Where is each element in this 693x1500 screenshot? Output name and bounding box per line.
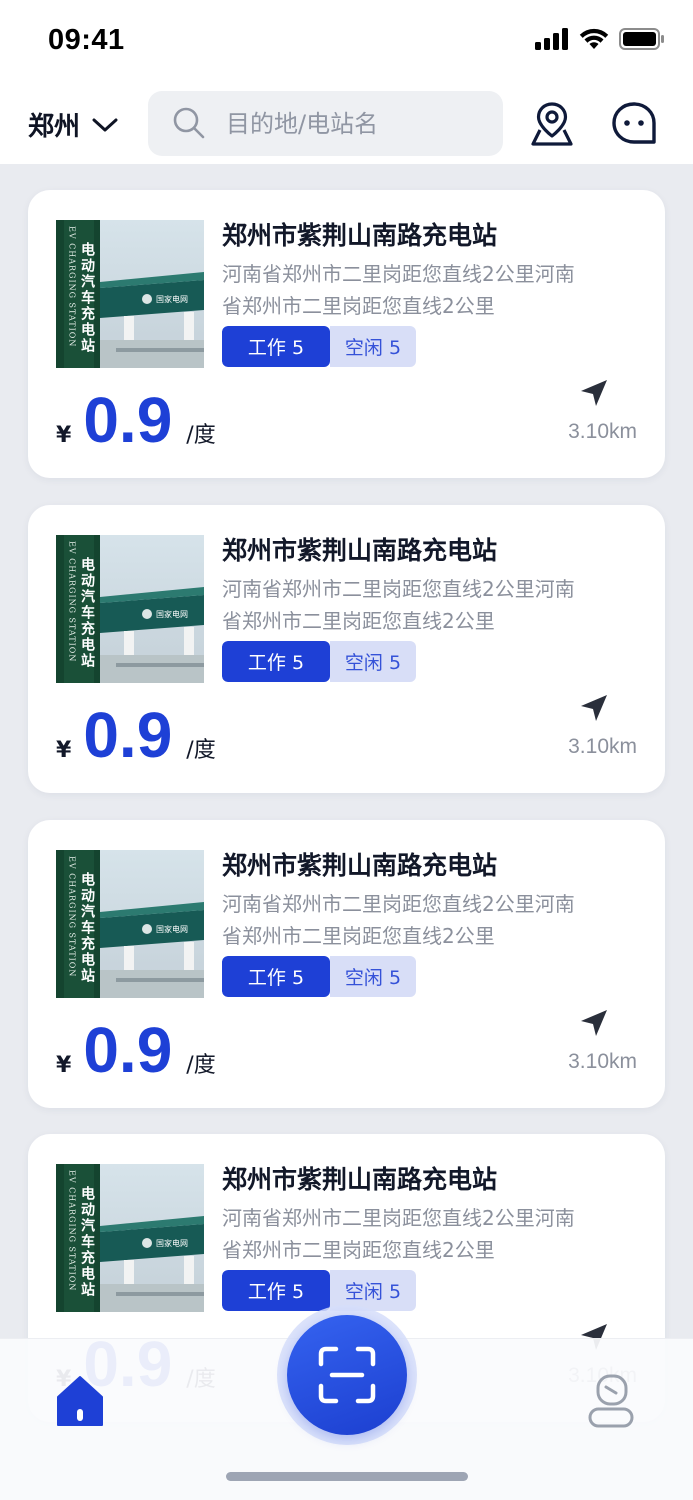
price-value: 0.9 bbox=[83, 699, 173, 771]
currency-symbol: ¥ bbox=[56, 738, 72, 763]
station-thumbnail: 电动汽车充电站 EV CHARGING STATION 国家电网 bbox=[56, 220, 204, 368]
navigation-arrow-icon[interactable] bbox=[579, 378, 609, 408]
header: 郑州 bbox=[0, 82, 693, 164]
status-time: 09:41 bbox=[48, 24, 125, 56]
search-icon bbox=[173, 107, 205, 139]
price-value: 0.9 bbox=[83, 384, 173, 456]
status-tags: 工作 5 空闲 5 bbox=[222, 956, 416, 997]
station-address: 河南省郑州市二里岗距您直线2公里河南省郑州市二里岗距您直线2公里 bbox=[222, 1206, 575, 1262]
distance-label: 3.10km bbox=[568, 1050, 637, 1073]
home-indicator bbox=[226, 1472, 468, 1481]
price-unit: /度 bbox=[186, 423, 216, 448]
station-address: 河南省郑州市二里岗距您直线2公里河南省郑州市二里岗距您直线2公里 bbox=[222, 892, 575, 948]
station-address: 河南省郑州市二里岗距您直线2公里河南省郑州市二里岗距您直线2公里 bbox=[222, 577, 575, 633]
search-input[interactable] bbox=[226, 91, 486, 156]
navigation-arrow-icon[interactable] bbox=[579, 693, 609, 723]
station-card[interactable]: 电动汽车充电站 EV CHARGING STATION 国家电网 郑州市紫荆山南… bbox=[28, 505, 665, 793]
sign-text-en: EV CHARGING STATION bbox=[68, 226, 77, 347]
price-row: ¥ 0.9 /度 bbox=[56, 701, 216, 769]
price-value: 0.9 bbox=[83, 1014, 173, 1086]
distance-label: 3.10km bbox=[568, 735, 637, 758]
idle-count-badge: 空闲 5 bbox=[330, 956, 416, 997]
station-name: 郑州市紫荆山南路充电站 bbox=[222, 536, 498, 565]
currency-symbol: ¥ bbox=[56, 1053, 72, 1078]
profile-icon[interactable] bbox=[586, 1373, 636, 1429]
idle-count-badge: 空闲 5 bbox=[330, 641, 416, 682]
city-label: 郑州 bbox=[28, 112, 81, 142]
station-list[interactable]: 电动汽车充电站 EV CHARGING STATION 国家电网 郑州市紫荆山南… bbox=[0, 164, 693, 1500]
working-count-badge: 工作 5 bbox=[222, 326, 330, 367]
currency-symbol: ¥ bbox=[56, 423, 72, 448]
message-icon[interactable] bbox=[610, 100, 658, 148]
canopy-text: 国家电网 bbox=[156, 1238, 188, 1248]
station-address: 河南省郑州市二里岗距您直线2公里河南省郑州市二里岗距您直线2公里 bbox=[222, 262, 575, 318]
battery-icon bbox=[619, 28, 664, 50]
status-tags: 工作 5 空闲 5 bbox=[222, 1270, 416, 1311]
price-row: ¥ 0.9 /度 bbox=[56, 386, 216, 454]
station-card[interactable]: 电动汽车充电站 EV CHARGING STATION 国家电网 郑州市紫荆山南… bbox=[28, 820, 665, 1108]
price-unit: /度 bbox=[186, 738, 216, 763]
signal-icon bbox=[535, 28, 568, 50]
working-count-badge: 工作 5 bbox=[222, 641, 330, 682]
station-card[interactable]: 电动汽车充电站 EV CHARGING STATION 国家电网 郑州市紫荆山南… bbox=[28, 190, 665, 478]
status-tags: 工作 5 空闲 5 bbox=[222, 326, 416, 367]
price-row: ¥ 0.9 /度 bbox=[56, 1016, 216, 1084]
working-count-badge: 工作 5 bbox=[222, 1270, 330, 1311]
chevron-down-icon bbox=[92, 118, 118, 131]
station-name: 郑州市紫荆山南路充电站 bbox=[222, 221, 498, 250]
sign-text: 电动汽车充电站 bbox=[79, 556, 95, 669]
status-icons bbox=[535, 28, 665, 50]
city-selector[interactable]: 郑州 bbox=[28, 106, 118, 143]
status-tags: 工作 5 空闲 5 bbox=[222, 641, 416, 682]
idle-count-badge: 空闲 5 bbox=[330, 326, 416, 367]
canopy-text: 国家电网 bbox=[156, 609, 188, 619]
scan-button[interactable] bbox=[287, 1315, 407, 1435]
sign-text: 电动汽车充电站 bbox=[79, 1185, 95, 1298]
station-name: 郑州市紫荆山南路充电站 bbox=[222, 851, 498, 880]
sign-text-en: EV CHARGING STATION bbox=[68, 1170, 77, 1291]
map-location-icon[interactable] bbox=[528, 100, 576, 148]
navigation-arrow-icon[interactable] bbox=[579, 1008, 609, 1038]
wifi-icon bbox=[579, 28, 609, 49]
station-thumbnail: 电动汽车充电站 EV CHARGING STATION 国家电网 bbox=[56, 850, 204, 998]
sign-text: 电动汽车充电站 bbox=[79, 871, 95, 984]
search-bar[interactable] bbox=[148, 91, 503, 156]
canopy-text: 国家电网 bbox=[156, 924, 188, 934]
scan-icon bbox=[318, 1346, 376, 1404]
sign-text-en: EV CHARGING STATION bbox=[68, 856, 77, 977]
station-thumbnail: 电动汽车充电站 EV CHARGING STATION 国家电网 bbox=[56, 1164, 204, 1312]
distance-label: 3.10km bbox=[568, 420, 637, 443]
working-count-badge: 工作 5 bbox=[222, 956, 330, 997]
station-name: 郑州市紫荆山南路充电站 bbox=[222, 1165, 498, 1194]
sign-text-en: EV CHARGING STATION bbox=[68, 541, 77, 662]
price-unit: /度 bbox=[186, 1053, 216, 1078]
canopy-text: 国家电网 bbox=[156, 294, 188, 304]
status-bar: 09:41 bbox=[0, 0, 693, 82]
home-icon[interactable] bbox=[56, 1375, 104, 1427]
station-thumbnail: 电动汽车充电站 EV CHARGING STATION 国家电网 bbox=[56, 535, 204, 683]
sign-text: 电动汽车充电站 bbox=[79, 241, 95, 354]
